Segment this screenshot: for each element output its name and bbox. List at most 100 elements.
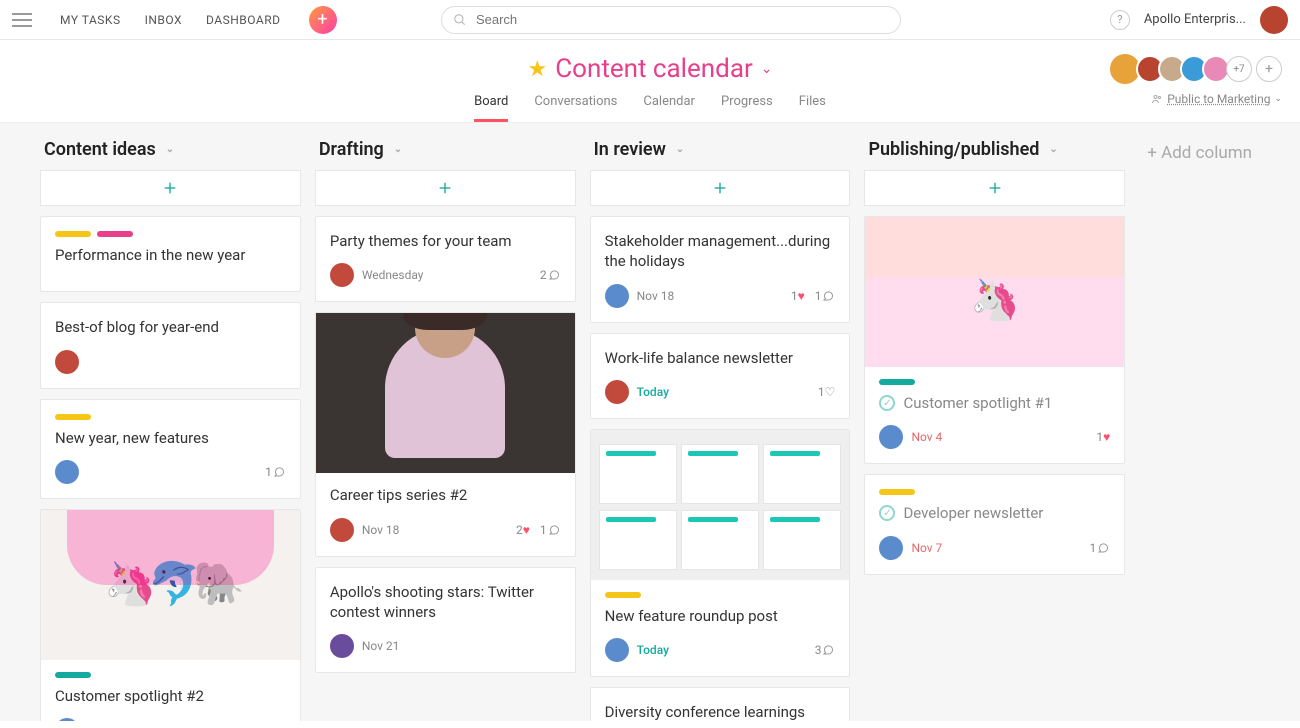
due-date: Nov 18 — [362, 523, 400, 537]
add-card-button[interactable] — [864, 170, 1125, 206]
assignee-avatar[interactable] — [330, 263, 354, 287]
card-title: Party themes for your team — [330, 231, 561, 251]
add-card-button[interactable] — [590, 170, 851, 206]
task-card[interactable]: Stakeholder management...during the holi… — [590, 216, 851, 323]
tab-calendar[interactable]: Calendar — [643, 94, 695, 122]
card-title: Developer newsletter — [903, 503, 1043, 523]
card-tags — [55, 672, 286, 678]
like-count[interactable]: 1♡ — [818, 385, 836, 399]
assignee-avatar[interactable] — [605, 284, 629, 308]
task-card[interactable]: Work-life balance newsletter Today 1♡ — [590, 333, 851, 419]
card-image: 🦄🐬🐘 — [41, 510, 300, 660]
project-members[interactable]: +7 + — [1114, 52, 1282, 86]
column-header[interactable]: Publishing/published⌄ — [864, 139, 1125, 170]
task-card[interactable]: Performance in the new year — [40, 216, 301, 292]
project-privacy[interactable]: Public to Marketing ⌄ — [1114, 92, 1282, 106]
search-input[interactable] — [441, 6, 901, 34]
card-title: New feature roundup post — [605, 606, 836, 626]
like-count[interactable]: 2♥ — [516, 523, 530, 537]
card-footer: Wednesday2 — [330, 263, 561, 287]
card-image — [591, 430, 850, 580]
project-title[interactable]: ★ Content calendar ⌄ — [527, 54, 772, 84]
tab-files[interactable]: Files — [799, 94, 826, 122]
task-card[interactable]: Diversity conference learningsMonday1♡ — [590, 687, 851, 721]
comment-count[interactable]: 1 — [1090, 541, 1111, 555]
task-card[interactable]: Career tips series #2Nov 182♥1 — [315, 312, 576, 556]
nav-inbox[interactable]: INBOX — [145, 13, 182, 27]
card-title: Work-life balance newsletter — [605, 348, 836, 368]
tab-progress[interactable]: Progress — [721, 94, 773, 122]
menu-icon[interactable] — [12, 13, 32, 27]
nav-my-tasks[interactable]: MY TASKS — [60, 13, 121, 27]
due-date: Nov 7 — [911, 541, 942, 555]
card-footer: Nov 7 1 — [879, 536, 1110, 560]
task-card[interactable]: New feature roundup post Today3 — [590, 429, 851, 677]
add-member-button[interactable]: + — [1256, 56, 1282, 82]
create-button[interactable]: + — [309, 6, 337, 34]
task-card[interactable]: 🦄🐬🐘Customer spotlight #2 — [40, 509, 301, 721]
user-avatar[interactable] — [1260, 6, 1288, 34]
chevron-down-icon: ⌄ — [394, 144, 402, 155]
assignee-avatar[interactable] — [55, 350, 79, 374]
help-icon[interactable]: ? — [1110, 10, 1130, 30]
chevron-down-icon: ⌄ — [166, 144, 174, 155]
comment-count[interactable]: 3 — [815, 643, 836, 657]
add-card-button[interactable] — [315, 170, 576, 206]
comment-count[interactable]: 1 — [265, 465, 286, 479]
assignee-avatar[interactable] — [330, 518, 354, 542]
card-tags — [605, 592, 836, 598]
card-tags — [879, 489, 1110, 495]
chevron-down-icon[interactable]: ⌄ — [761, 61, 773, 77]
comment-count[interactable]: 1 — [815, 289, 836, 303]
due-date: Nov 18 — [637, 289, 675, 303]
card-tags — [879, 379, 1110, 385]
check-icon — [879, 395, 895, 411]
task-card[interactable]: New year, new features 1 — [40, 399, 301, 499]
due-date: Today — [637, 385, 669, 399]
card-title: New year, new features — [55, 428, 286, 448]
due-date: Nov 21 — [362, 639, 400, 653]
due-date: Nov 4 — [911, 430, 942, 444]
comment-count[interactable]: 1 — [540, 523, 561, 537]
assignee-avatar[interactable] — [330, 634, 354, 658]
team-name[interactable]: Apollo Enterpris... — [1144, 12, 1246, 27]
card-footer: Nov 4 1♥ — [879, 425, 1110, 449]
column-header[interactable]: Content ideas⌄ — [40, 139, 301, 170]
task-card[interactable]: Party themes for your team Wednesday2 — [315, 216, 576, 302]
card-title: Diversity conference learnings — [605, 702, 836, 721]
assignee-avatar[interactable] — [879, 425, 903, 449]
like-count[interactable]: 1♥ — [791, 289, 805, 303]
card-title: Performance in the new year — [55, 245, 286, 265]
star-icon[interactable]: ★ — [527, 57, 547, 82]
assignee-avatar[interactable] — [605, 380, 629, 404]
card-footer: Nov 21 — [330, 634, 561, 658]
card-footer — [55, 350, 286, 374]
card-footer: Today3 — [605, 638, 836, 662]
privacy-label: Public to Marketing — [1167, 92, 1270, 106]
task-card[interactable]: 🦄 Customer spotlight #1 Nov 4 1♥ — [864, 216, 1125, 464]
card-image: 🦄 — [865, 217, 1124, 367]
nav-dashboard[interactable]: DASHBOARD — [206, 13, 280, 27]
project-tabs: Board Conversations Calendar Progress Files — [0, 94, 1300, 123]
project-header: ★ Content calendar ⌄ Board Conversations C… — [0, 40, 1300, 123]
task-card[interactable]: Developer newsletter Nov 7 1 — [864, 474, 1125, 574]
member-overflow[interactable]: +7 — [1226, 56, 1252, 82]
add-column-button[interactable]: + Add column — [1139, 139, 1260, 167]
tab-board[interactable]: Board — [474, 94, 508, 122]
column-header[interactable]: In review⌄ — [590, 139, 851, 170]
card-title: Customer spotlight #1 — [903, 393, 1052, 413]
tab-conversations[interactable]: Conversations — [534, 94, 617, 122]
assignee-avatar[interactable] — [879, 536, 903, 560]
add-card-button[interactable] — [40, 170, 301, 206]
assignee-avatar[interactable] — [55, 460, 79, 484]
comment-count[interactable]: 2 — [540, 268, 561, 282]
assignee-avatar[interactable] — [55, 718, 79, 721]
task-card[interactable]: Apollo's shooting stars: Twitter contest… — [315, 567, 576, 674]
task-card[interactable]: Best-of blog for year-end — [40, 302, 301, 388]
card-image — [316, 313, 575, 473]
like-count[interactable]: 1♥ — [1096, 430, 1110, 444]
search — [441, 6, 901, 34]
assignee-avatar[interactable] — [605, 638, 629, 662]
card-title: Best-of blog for year-end — [55, 317, 286, 337]
column-header[interactable]: Drafting⌄ — [315, 139, 576, 170]
